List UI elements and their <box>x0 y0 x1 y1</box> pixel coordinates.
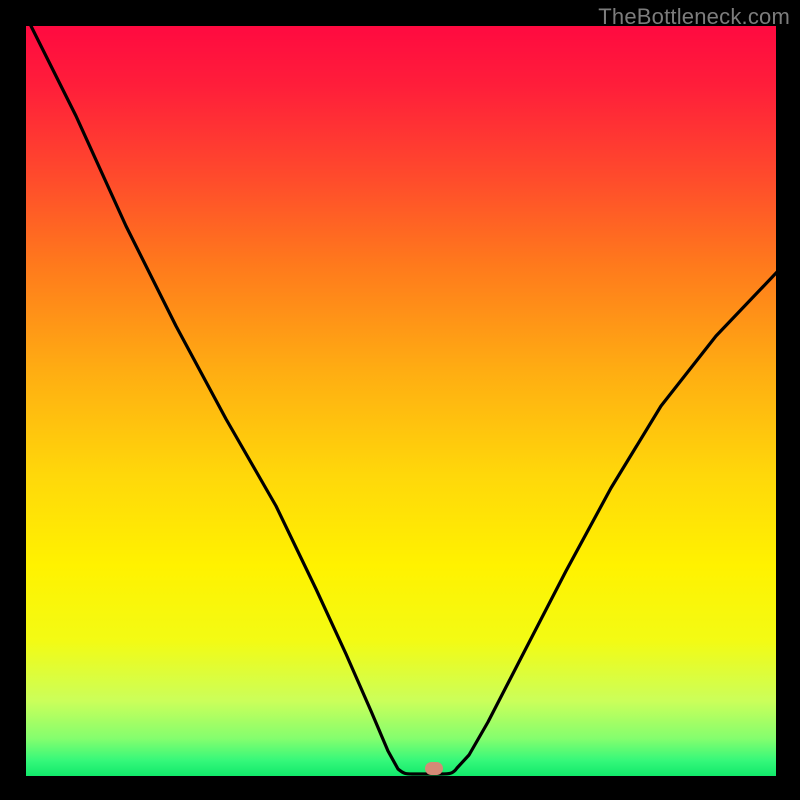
plot-area <box>26 26 776 776</box>
curve-path <box>26 26 776 774</box>
watermark-text: TheBottleneck.com <box>598 4 790 30</box>
minimum-marker <box>425 762 443 775</box>
chart-stage: TheBottleneck.com <box>0 0 800 800</box>
bottleneck-curve <box>26 26 776 776</box>
